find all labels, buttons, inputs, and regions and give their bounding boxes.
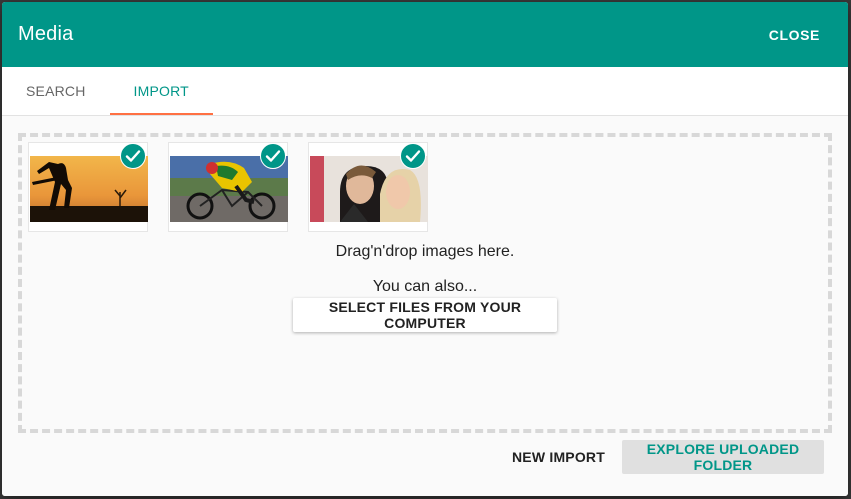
media-dialog: Media CLOSE SEARCH IMPORT Drag'n'drop im… (2, 2, 848, 496)
thumbnail-item[interactable] (308, 142, 428, 232)
tab-import[interactable]: IMPORT (109, 67, 214, 115)
dialog-header: Media CLOSE (2, 2, 848, 67)
thumbnail-list (28, 142, 448, 232)
thumbnail-item[interactable] (168, 142, 288, 232)
close-button[interactable]: CLOSE (769, 27, 820, 43)
import-panel: Drag'n'drop images here. You can also...… (2, 116, 848, 496)
dialog-title: Media (18, 23, 74, 45)
tab-search[interactable]: SEARCH (2, 67, 110, 115)
check-icon (260, 143, 286, 169)
new-import-button[interactable]: NEW IMPORT (504, 440, 613, 474)
drop-instructions: Drag'n'drop images here. (335, 243, 515, 260)
dropzone[interactable]: Drag'n'drop images here. You can also...… (18, 133, 832, 433)
thumbnail-item[interactable] (28, 142, 148, 232)
select-files-button[interactable]: SELECT FILES FROM YOUR COMPUTER (293, 298, 557, 332)
alternative-instructions: You can also... (372, 278, 478, 295)
explore-uploaded-folder-button[interactable]: EXPLORE UPLOADED FOLDER (622, 440, 824, 474)
check-icon (400, 143, 426, 169)
tab-bar: SEARCH IMPORT (2, 67, 848, 116)
check-icon (120, 143, 146, 169)
